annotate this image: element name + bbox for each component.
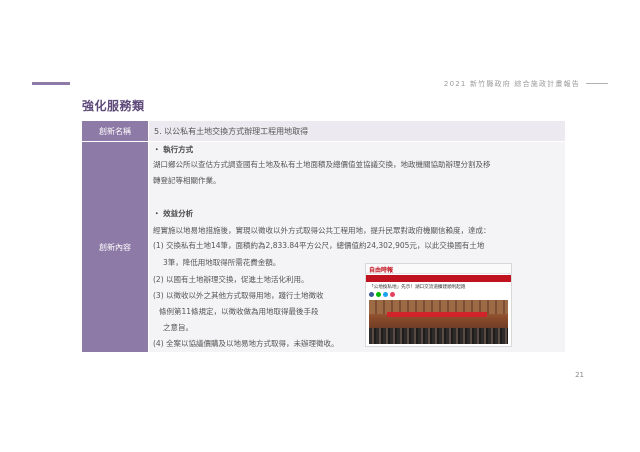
twitter-icon: [383, 292, 388, 297]
news-share-icons: [366, 290, 511, 299]
share-icon: [390, 292, 395, 297]
innovation-name-value: 5. 以公私有土地交換方式辦理工程用地取得: [148, 121, 565, 141]
block-benefit-line: (1) 交換私有土地14筆，面積約為2,833.84平方公尺，總價值約24,30…: [153, 241, 485, 250]
header-accent-bar: [32, 82, 70, 85]
section-heading: 強化服務類: [82, 99, 145, 113]
news-logo: 自由時報: [369, 267, 394, 274]
report-title: 2021 新竹縣政府 綜合施政計畫報告: [443, 80, 580, 88]
news-topbar: 自由時報: [366, 264, 511, 274]
block-benefit-line: 條例第11條規定，以徵收做為用地取得最後手段: [159, 307, 319, 316]
news-headline: 「公地換私地」先示！湖口交流道擴建順利起跑: [369, 285, 466, 290]
block-execution-title: ・ 執行方式: [153, 145, 194, 154]
innovation-content-cell: ・ 執行方式 湖口鄉公所以查估方式調查國有土地及私有土地面積及總價值並協議交換，…: [148, 142, 565, 352]
news-red-banner: [366, 275, 511, 282]
table-row-content: 創新內容 ・ 執行方式 湖口鄉公所以查估方式調查國有土地及私有土地面積及總價值並…: [82, 142, 565, 352]
table-row-name: 創新名稱 5. 以公私有土地交換方式辦理工程用地取得: [82, 121, 565, 141]
block-benefit-line: (3) 以徵收以外之其他方式取得用地，踐行土地徵收: [153, 291, 324, 300]
block-benefit-line: 之意旨。: [163, 323, 193, 332]
block-benefit-line: 經實施以地易地措施後，實現以徵收以外方式取得公共工程用地，提升民眾對政府機關信賴…: [153, 226, 491, 235]
block-execution-line: 轉登記等相關作業。: [153, 176, 221, 185]
header-dash-line: [586, 83, 608, 84]
photo-red-banner: [387, 312, 487, 317]
block-benefit-line: (2) 以國有土地辦理交換，促進土地活化利用。: [153, 275, 309, 284]
block-execution-line: 湖口鄉公所以查估方式調查國有土地及私有土地面積及總價值並協議交換，地政機關協助辦…: [153, 160, 491, 169]
photo-crowd: [369, 328, 508, 344]
facebook-icon: [369, 292, 374, 297]
innovation-table: 創新名稱 5. 以公私有土地交換方式辦理工程用地取得 創新內容 ・ 執行方式 湖…: [82, 121, 565, 352]
page-number: 21: [575, 371, 584, 379]
news-photo: [369, 300, 508, 344]
label-innovation-content: 創新內容: [82, 142, 148, 352]
label-innovation-name: 創新名稱: [82, 121, 148, 141]
news-clipping-image: 自由時報 「公地換私地」先示！湖口交流道擴建順利起跑: [365, 263, 512, 347]
line-icon: [376, 292, 381, 297]
block-benefit-title: ・ 效益分析: [153, 209, 194, 218]
block-benefit-line: (4) 全案以協議價購及以地易地方式取得，未辦理徵收。: [153, 339, 339, 348]
block-benefit-line: 3筆，降低用地取得所需花費金額。: [163, 258, 281, 267]
